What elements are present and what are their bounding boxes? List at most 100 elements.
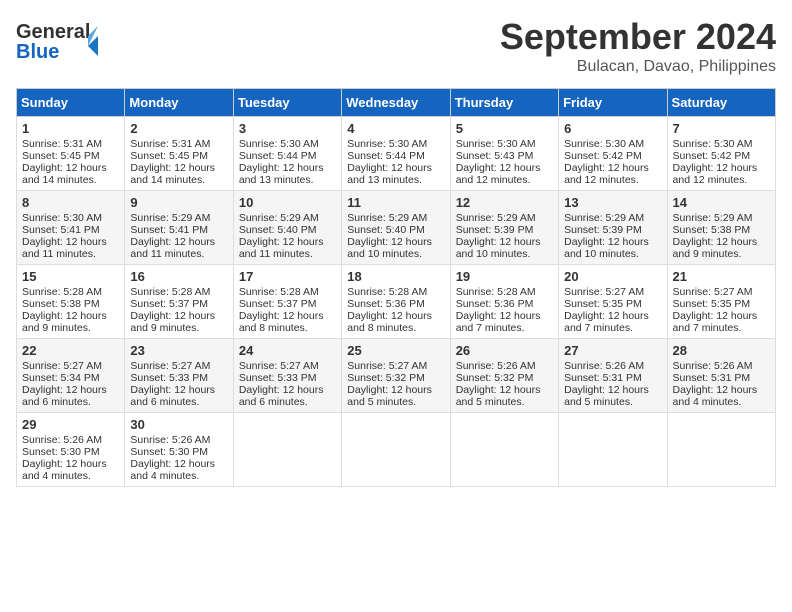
sunset-text: Sunset: 5:41 PM [22, 224, 100, 236]
daylight-text: Daylight: 12 hours and 12 minutes. [673, 162, 758, 186]
sunset-text: Sunset: 5:44 PM [239, 150, 317, 162]
sunrise-text: Sunrise: 5:29 AM [456, 212, 536, 224]
table-row: 22Sunrise: 5:27 AMSunset: 5:34 PMDayligh… [17, 339, 125, 413]
sunrise-text: Sunrise: 5:29 AM [673, 212, 753, 224]
table-row: 25Sunrise: 5:27 AMSunset: 5:32 PMDayligh… [342, 339, 450, 413]
daylight-text: Daylight: 12 hours and 6 minutes. [22, 384, 107, 408]
sunset-text: Sunset: 5:36 PM [347, 298, 425, 310]
sunrise-text: Sunrise: 5:27 AM [673, 286, 753, 298]
logo-icon: General Blue [16, 16, 106, 66]
day-number: 18 [347, 269, 444, 284]
day-number: 17 [239, 269, 336, 284]
sunrise-text: Sunrise: 5:28 AM [456, 286, 536, 298]
table-row: 23Sunrise: 5:27 AMSunset: 5:33 PMDayligh… [125, 339, 233, 413]
sunset-text: Sunset: 5:37 PM [130, 298, 208, 310]
svg-text:Blue: Blue [16, 41, 59, 63]
daylight-text: Daylight: 12 hours and 7 minutes. [564, 310, 649, 334]
sunset-text: Sunset: 5:40 PM [347, 224, 425, 236]
day-number: 5 [456, 121, 553, 136]
table-row: 11Sunrise: 5:29 AMSunset: 5:40 PMDayligh… [342, 191, 450, 265]
sunset-text: Sunset: 5:39 PM [456, 224, 534, 236]
month-title: September 2024 [500, 16, 776, 58]
sunset-text: Sunset: 5:35 PM [673, 298, 751, 310]
day-number: 10 [239, 195, 336, 210]
day-number: 1 [22, 121, 119, 136]
sunrise-text: Sunrise: 5:26 AM [22, 434, 102, 446]
sunset-text: Sunset: 5:31 PM [564, 372, 642, 384]
table-row [559, 413, 667, 487]
sunrise-text: Sunrise: 5:29 AM [239, 212, 319, 224]
table-row: 16Sunrise: 5:28 AMSunset: 5:37 PMDayligh… [125, 265, 233, 339]
sunset-text: Sunset: 5:38 PM [22, 298, 100, 310]
daylight-text: Daylight: 12 hours and 10 minutes. [456, 236, 541, 260]
table-row: 4Sunrise: 5:30 AMSunset: 5:44 PMDaylight… [342, 117, 450, 191]
sunrise-text: Sunrise: 5:29 AM [130, 212, 210, 224]
day-number: 16 [130, 269, 227, 284]
calendar-week-2: 8Sunrise: 5:30 AMSunset: 5:41 PMDaylight… [17, 191, 776, 265]
sunset-text: Sunset: 5:31 PM [673, 372, 751, 384]
day-number: 25 [347, 343, 444, 358]
day-number: 11 [347, 195, 444, 210]
sunrise-text: Sunrise: 5:30 AM [456, 138, 536, 150]
sunrise-text: Sunrise: 5:28 AM [347, 286, 427, 298]
daylight-text: Daylight: 12 hours and 13 minutes. [347, 162, 432, 186]
day-number: 6 [564, 121, 661, 136]
sunset-text: Sunset: 5:33 PM [239, 372, 317, 384]
sunset-text: Sunset: 5:45 PM [22, 150, 100, 162]
table-row: 6 Sunrise: 5:30 AMSunset: 5:42 PMDaylight… [559, 117, 667, 191]
calendar-week-1: 1Sunrise: 5:31 AMSunset: 5:45 PMDaylight… [17, 117, 776, 191]
day-number: 28 [673, 343, 770, 358]
sunrise-text: Sunrise: 5:30 AM [564, 138, 644, 150]
table-row: 18Sunrise: 5:28 AMSunset: 5:36 PMDayligh… [342, 265, 450, 339]
day-number: 19 [456, 269, 553, 284]
sunrise-text: Sunrise: 5:27 AM [130, 360, 210, 372]
sunset-text: Sunset: 5:37 PM [239, 298, 317, 310]
sunset-text: Sunset: 5:32 PM [347, 372, 425, 384]
daylight-text: Daylight: 12 hours and 4 minutes. [22, 458, 107, 482]
sunrise-text: Sunrise: 5:31 AM [130, 138, 210, 150]
sunrise-text: Sunrise: 5:27 AM [239, 360, 319, 372]
day-number: 3 [239, 121, 336, 136]
day-number: 20 [564, 269, 661, 284]
table-row: 19Sunrise: 5:28 AMSunset: 5:36 PMDayligh… [450, 265, 558, 339]
daylight-text: Daylight: 12 hours and 4 minutes. [673, 384, 758, 408]
table-row: 3Sunrise: 5:30 AMSunset: 5:44 PMDaylight… [233, 117, 341, 191]
header-row: Sunday Monday Tuesday Wednesday Thursday… [17, 89, 776, 117]
daylight-text: Daylight: 12 hours and 9 minutes. [22, 310, 107, 334]
sunset-text: Sunset: 5:42 PM [564, 150, 642, 162]
sunrise-text: Sunrise: 5:26 AM [564, 360, 644, 372]
daylight-text: Daylight: 12 hours and 12 minutes. [456, 162, 541, 186]
title-block: September 2024 Bulacan, Davao, Philippin… [500, 16, 776, 76]
sunrise-text: Sunrise: 5:27 AM [347, 360, 427, 372]
sunrise-text: Sunrise: 5:28 AM [239, 286, 319, 298]
table-row [450, 413, 558, 487]
table-row: 14Sunrise: 5:29 AMSunset: 5:38 PMDayligh… [667, 191, 775, 265]
sunset-text: Sunset: 5:36 PM [456, 298, 534, 310]
day-number: 30 [130, 417, 227, 432]
table-row: 2Sunrise: 5:31 AMSunset: 5:45 PMDaylight… [125, 117, 233, 191]
sunset-text: Sunset: 5:34 PM [22, 372, 100, 384]
col-saturday: Saturday [667, 89, 775, 117]
sunset-text: Sunset: 5:30 PM [130, 446, 208, 458]
sunset-text: Sunset: 5:45 PM [130, 150, 208, 162]
table-row: 24Sunrise: 5:27 AMSunset: 5:33 PMDayligh… [233, 339, 341, 413]
day-number: 22 [22, 343, 119, 358]
daylight-text: Daylight: 12 hours and 10 minutes. [347, 236, 432, 260]
table-row [233, 413, 341, 487]
table-row: 26Sunrise: 5:26 AMSunset: 5:32 PMDayligh… [450, 339, 558, 413]
day-number: 24 [239, 343, 336, 358]
sunset-text: Sunset: 5:38 PM [673, 224, 751, 236]
sunset-text: Sunset: 5:30 PM [22, 446, 100, 458]
sunset-text: Sunset: 5:42 PM [673, 150, 751, 162]
day-number: 29 [22, 417, 119, 432]
table-row: 27Sunrise: 5:26 AMSunset: 5:31 PMDayligh… [559, 339, 667, 413]
calendar-week-3: 15Sunrise: 5:28 AMSunset: 5:38 PMDayligh… [17, 265, 776, 339]
daylight-text: Daylight: 12 hours and 12 minutes. [564, 162, 649, 186]
day-number: 7 [673, 121, 770, 136]
sunrise-text: Sunrise: 5:28 AM [130, 286, 210, 298]
sunrise-text: Sunrise: 5:30 AM [347, 138, 427, 150]
day-number: 13 [564, 195, 661, 210]
day-number: 9 [130, 195, 227, 210]
sunrise-text: Sunrise: 5:29 AM [564, 212, 644, 224]
table-row: 1Sunrise: 5:31 AMSunset: 5:45 PMDaylight… [17, 117, 125, 191]
